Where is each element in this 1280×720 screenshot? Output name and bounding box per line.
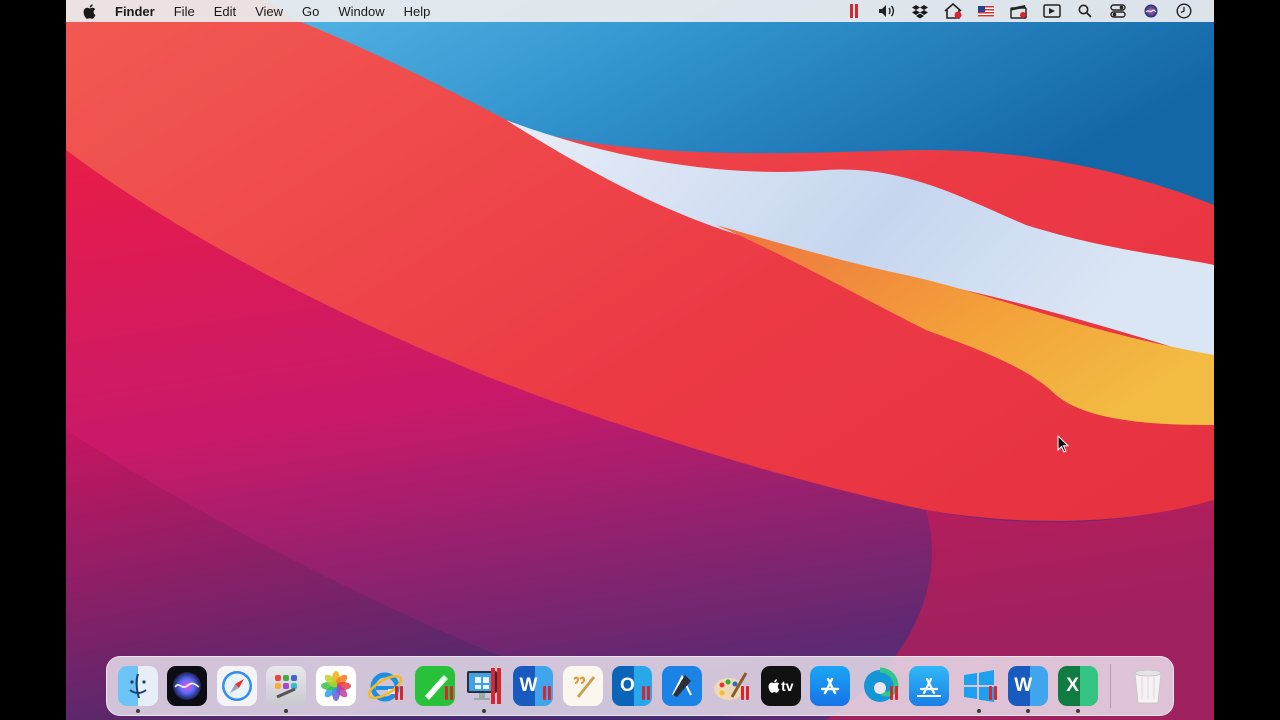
dock-item-word-parallels[interactable]: W	[509, 656, 558, 716]
parallels-badge-icon	[988, 686, 997, 700]
spotlight-search-icon[interactable]	[1068, 0, 1101, 22]
running-indicator	[1075, 709, 1080, 713]
parallels-badge-icon	[889, 686, 898, 700]
menu-window[interactable]: Window	[338, 4, 384, 19]
control-center-icon[interactable]	[1101, 0, 1134, 22]
safari-icon	[216, 666, 257, 706]
dock-item-launchpad[interactable]	[261, 656, 310, 716]
siri-icon[interactable]	[1134, 0, 1167, 22]
dock-item-pages[interactable]	[558, 656, 607, 716]
app-store-parallels-icon	[909, 666, 950, 706]
windows-pc-icon	[464, 666, 504, 706]
dock-item-word[interactable]: W	[1003, 656, 1052, 716]
dock-item-paint[interactable]	[707, 656, 756, 716]
running-indicator	[1026, 709, 1031, 713]
dock-item-app-store[interactable]	[806, 656, 855, 716]
dock-item-windows[interactable]	[954, 656, 1003, 716]
dock-item-trash[interactable]	[1123, 656, 1172, 716]
dock-item-apple-tv[interactable]: tv	[756, 656, 805, 716]
windows-icon	[959, 666, 999, 706]
finder-icon	[117, 666, 158, 706]
parallels-badge-icon	[741, 686, 750, 700]
menu-file[interactable]: File	[174, 4, 195, 19]
parallels-badge-icon	[395, 686, 404, 700]
status-bar	[837, 0, 1200, 22]
menu-help[interactable]: Help	[404, 4, 431, 19]
mouse-pointer-icon	[1057, 435, 1069, 453]
outlook-icon: O	[612, 666, 653, 706]
parallels-icon[interactable]	[837, 0, 870, 22]
dock-item-excel[interactable]: X	[1053, 656, 1102, 716]
dock-item-app-store-parallels[interactable]	[905, 656, 954, 716]
apple-menu-icon[interactable]	[83, 3, 97, 19]
excel-icon-letter: X	[1066, 675, 1079, 696]
edge-icon	[860, 666, 900, 706]
menu-view[interactable]: View	[255, 4, 283, 19]
menu-edit[interactable]: Edit	[214, 4, 236, 19]
launchpad-icon	[266, 666, 307, 706]
apple-tv-label: tv	[781, 678, 794, 694]
clock-icon[interactable]	[1167, 0, 1200, 22]
app-store-icon	[810, 666, 851, 706]
clapper-icon[interactable]	[1002, 0, 1035, 22]
dropbox-icon[interactable]	[903, 0, 936, 22]
dock-item-safari[interactable]	[212, 656, 261, 716]
dock-item-siri[interactable]	[162, 656, 211, 716]
dock-item-edge[interactable]	[855, 656, 904, 716]
apple-tv-icon: tv	[760, 666, 801, 706]
dock-item-photos[interactable]	[311, 656, 360, 716]
excel-icon: X	[1057, 666, 1098, 706]
parallels-badge-icon	[543, 686, 552, 700]
running-indicator	[135, 709, 140, 713]
internet-explorer-icon	[365, 666, 405, 706]
running-indicator	[976, 709, 981, 713]
dock-item-parallels-green[interactable]	[410, 656, 459, 716]
running-indicator	[482, 709, 487, 713]
pages-icon	[562, 666, 603, 706]
dock-item-windows-pc[interactable]	[459, 656, 508, 716]
dock: W O tv W X	[106, 656, 1174, 716]
green-parallels-app-icon	[414, 666, 455, 706]
photos-icon	[315, 666, 356, 706]
menu-bar: Finder File Edit View Go Window Help	[66, 0, 1214, 22]
menu-go[interactable]: Go	[302, 4, 319, 19]
dock-item-internet-explorer[interactable]	[360, 656, 409, 716]
dock-item-xcode[interactable]	[657, 656, 706, 716]
us-flag-icon[interactable]	[969, 0, 1002, 22]
dock-separator	[1110, 664, 1112, 708]
dock-item-outlook[interactable]: O	[608, 656, 657, 716]
menu-app-finder[interactable]: Finder	[115, 4, 155, 19]
desktop: Finder File Edit View Go Window Help W O…	[66, 0, 1214, 720]
word-icon: W	[1008, 666, 1049, 706]
parallels-badge-icon	[642, 686, 651, 700]
wallpaper	[66, 0, 1214, 720]
paint-icon	[711, 666, 751, 706]
siri-icon	[167, 666, 208, 706]
dock-item-finder[interactable]	[113, 656, 162, 716]
parallels-badge-icon	[444, 686, 453, 700]
word-parallels-icon: W	[513, 666, 554, 706]
screen-record-icon[interactable]	[1035, 0, 1068, 22]
running-indicator	[284, 709, 289, 713]
home-icon[interactable]	[936, 0, 969, 22]
volume-icon[interactable]	[870, 0, 903, 22]
word-icon-letter: W	[1014, 675, 1033, 696]
xcode-icon	[661, 666, 702, 706]
trash-icon	[1128, 666, 1168, 706]
